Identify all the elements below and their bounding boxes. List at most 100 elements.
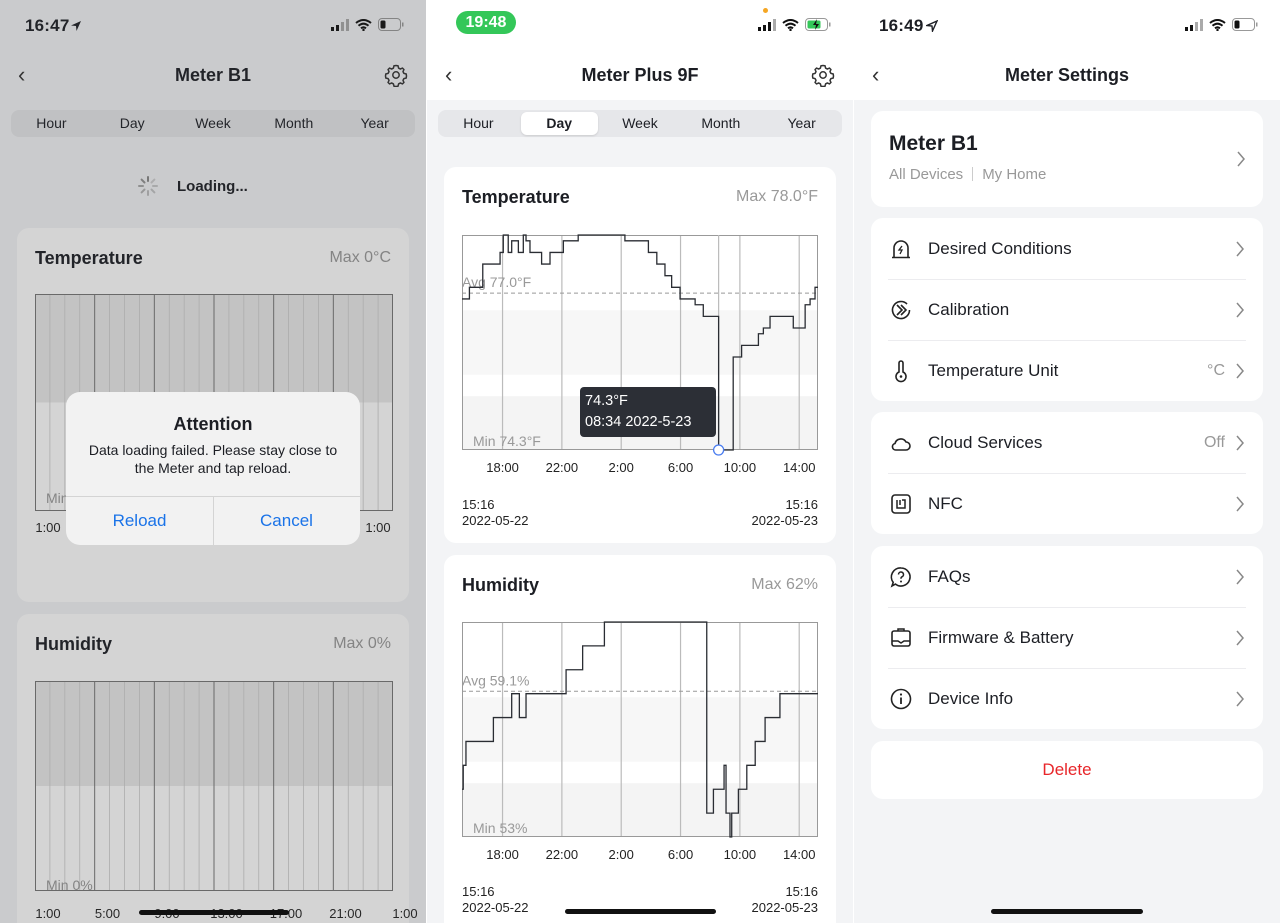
battery-icon [1232,18,1258,31]
x-tick-label: 2:00 [609,847,634,862]
settings-item-calibration[interactable]: Calibration [871,279,1263,340]
card-title: Humidity [462,575,540,595]
settings-item-label: FAQs [928,566,971,586]
tooltip-time: 08:34 2022-5-23 [585,414,692,430]
chevron-right-icon [1237,151,1245,167]
device-location: All Devices My Home [889,166,1046,183]
chevron-right-icon [1236,302,1244,317]
location-arrow-icon [926,20,938,32]
settings-item-label: NFC [928,493,963,513]
x-tick-label: 2:00 [609,460,634,475]
chevron-right-icon [1236,363,1244,378]
tab-month[interactable]: Month [682,112,759,135]
device-room: My Home [982,166,1047,183]
dialog-title: Attention [173,414,253,434]
x-tick-label: 22:00 [546,847,579,862]
tooltip-value: 74.3°F [585,393,628,409]
humidity-chart[interactable]: 18:00 22:00 2:00 6:00 10:00 14:00 Avg 59.1% Min… [462,621,818,862]
x-tick-label: 10:00 [724,460,757,475]
battery-charging-icon [805,18,831,31]
settings-group: Cloud Services Off NFC [871,412,1263,534]
thermometer-icon [895,359,907,382]
settings-item-cloud-services[interactable]: Cloud Services Off [871,412,1263,473]
panel-meter-b1-loading: 16:47 ‹ Meter B1 Hour Day Week Month Yea… [0,0,426,923]
start-date: 2022-05-22 [462,513,529,528]
x-tick-label: 6:00 [668,847,693,862]
chevron-right-icon [1236,496,1244,511]
x-tick-label: 18:00 [486,847,519,862]
highlight-point [712,444,725,456]
desired-conditions-icon [892,239,910,258]
settings-item-temperature-unit[interactable]: Temperature Unit °C [871,340,1263,401]
wifi-icon [1209,18,1226,31]
range-end: 15:16 2022-05-23 [752,884,819,916]
reload-button[interactable]: Reload [66,496,213,545]
cancel-button[interactable]: Cancel [213,496,360,545]
humidity-card: Humidity Max 62% 18:00 22:00 2:00 6:00 10:00… [444,555,836,923]
status-time: 16:49 [879,16,924,35]
settings-item-value: Off [1203,433,1225,451]
settings-item-firmware-battery[interactable]: Firmware & Battery [871,607,1263,668]
tab-week[interactable]: Week [602,112,679,135]
mic-indicator-dot [763,8,768,13]
page-title: Meter Plus 9F [581,65,699,85]
temperature-card: Temperature Max 78.0°F 18:00 22:00 2:00 6:0… [444,167,836,543]
status-time: 19:48 [456,11,516,34]
range-start: 15:16 2022-05-22 [462,497,529,529]
settings-item-nfc[interactable]: NFC [871,473,1263,534]
device-card[interactable]: Meter B1 All Devices My Home [871,111,1263,207]
settings-item-label: Temperature Unit [928,360,1059,380]
info-icon [890,688,912,709]
chart-tooltip: 74.3°F 08:34 2022-5-23 [580,387,716,437]
status-icons [1185,18,1258,31]
calibration-icon [891,300,911,319]
attention-dialog: Attention Data loading failed. Please st… [66,392,360,545]
home-indicator [139,910,289,915]
settings-item-faqs[interactable]: FAQs [871,546,1263,607]
card-title: Temperature [462,187,570,207]
x-tick-label: 6:00 [668,460,693,475]
device-group: All Devices [889,166,964,183]
x-tick-label: 10:00 [724,847,757,862]
x-tick-label: 22:00 [546,460,579,475]
time-range-tabs: Hour Day Week Month Year [438,110,842,137]
status-icons [758,18,831,31]
range-start: 15:16 2022-05-22 [462,884,529,916]
wifi-icon [782,18,799,31]
end-date: 2022-05-23 [751,513,819,528]
start-time: 15:16 [462,884,495,899]
start-date: 2022-05-22 [462,900,529,915]
signal-icon [1185,18,1203,31]
settings-item-device-info[interactable]: Device Info [871,668,1263,729]
tab-year[interactable]: Year [763,112,840,135]
settings-group: FAQs Firmware & Battery Device Info [871,546,1263,729]
x-tick-label: 14:00 [783,847,816,862]
delete-button[interactable]: Delete [871,741,1263,799]
settings-item-label: Calibration [928,299,1010,319]
avg-label: Avg 59.1% [462,672,529,688]
panel-meter-plus-9f: 19:48 ‹ Meter Plus 9F Hour Day Week Mont… [427,0,853,923]
settings-item-label: Desired Conditions [928,238,1072,258]
max-label: Max 62% [751,576,818,593]
band [462,310,818,375]
settings-gear-icon[interactable] [811,63,835,87]
end-time: 15:16 [785,497,818,512]
range-end: 15:16 2022-05-23 [752,497,819,529]
home-indicator [565,909,716,914]
end-time: 15:16 [785,884,818,899]
tab-hour[interactable]: Hour [440,112,517,135]
start-time: 15:16 [462,497,495,512]
min-label: Min 53% [473,820,527,836]
panel-meter-settings: 16:49 ‹ Meter Settings Meter B1 All Devi… [854,0,1280,923]
settings-item-desired-conditions[interactable]: Desired Conditions [871,218,1263,279]
settings-item-value: °C [1207,361,1225,379]
settings-item-label: Device Info [928,688,1014,708]
chevron-right-icon [1236,630,1244,645]
page-title: Meter Settings [1004,65,1130,85]
min-label: Min 74.3°F [473,433,541,449]
nfc-icon [891,493,911,514]
chevron-right-icon [1236,241,1244,256]
tab-day[interactable]: Day [520,112,598,135]
chevron-right-icon [1236,691,1244,706]
faq-icon [890,566,911,588]
